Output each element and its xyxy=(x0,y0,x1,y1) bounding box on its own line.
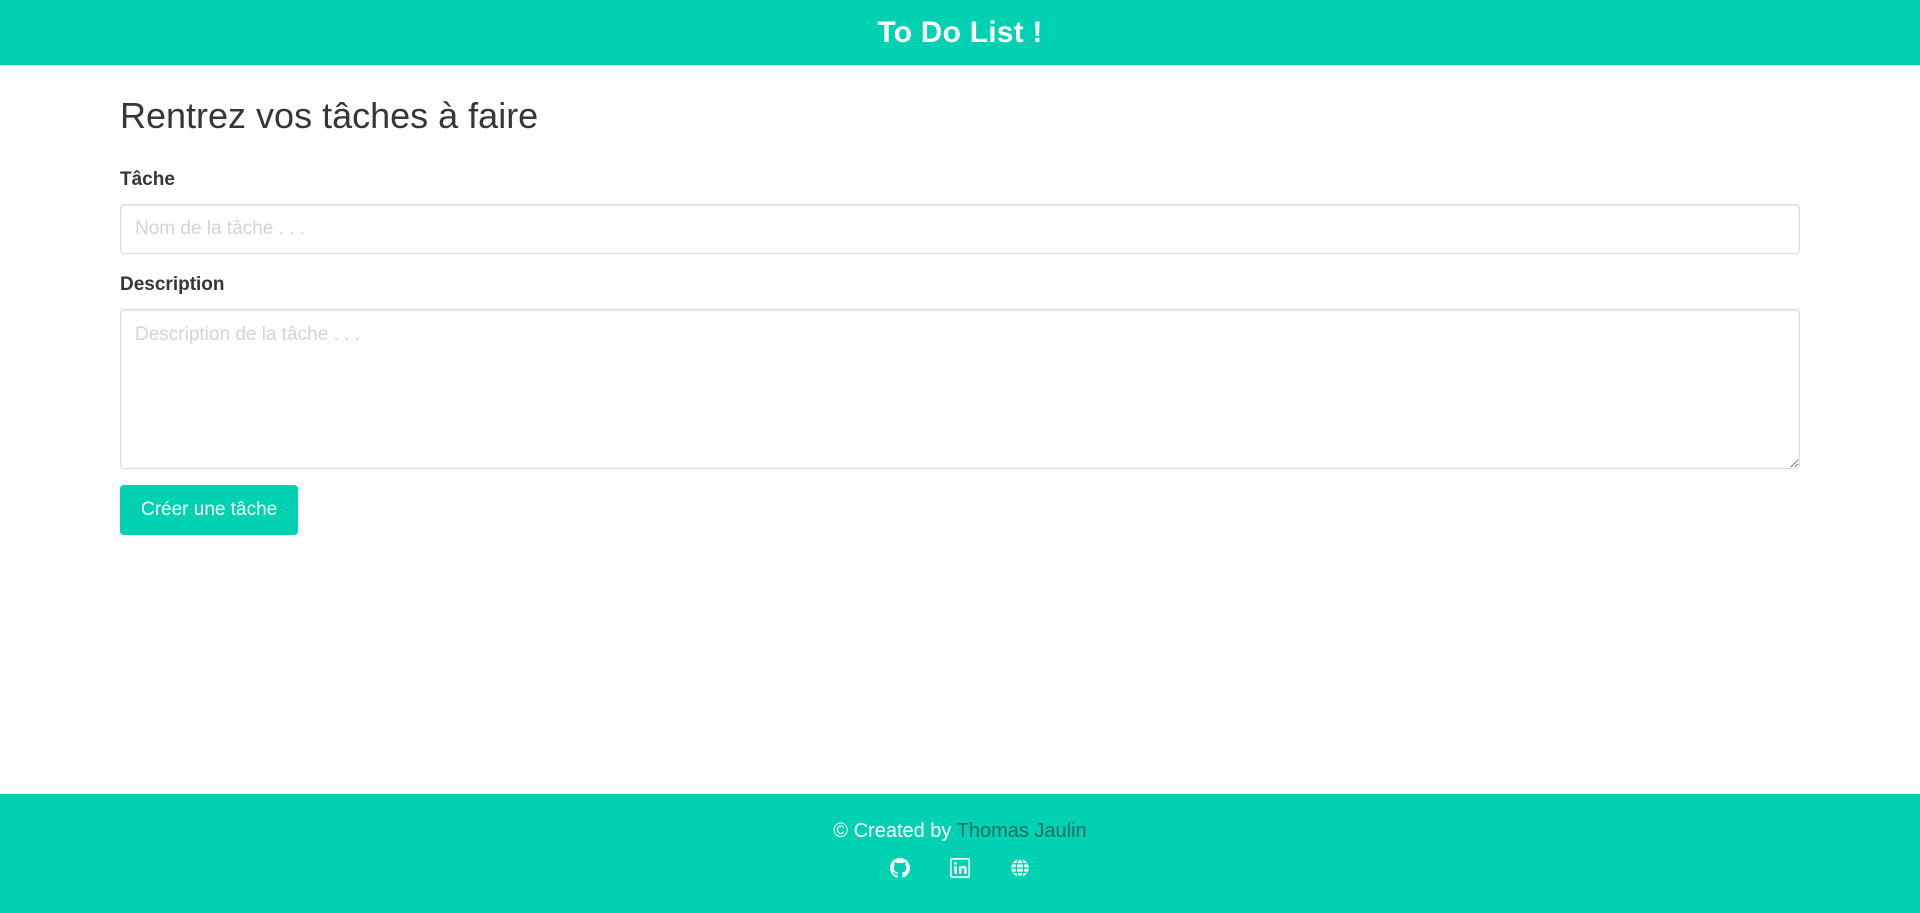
linkedin-icon xyxy=(950,858,970,878)
website-link[interactable] xyxy=(1010,858,1030,878)
app-title: To Do List ! xyxy=(877,15,1043,49)
task-description-textarea[interactable] xyxy=(120,309,1800,469)
task-name-input[interactable] xyxy=(120,204,1800,254)
footer: © Created by Thomas Jaulin xyxy=(0,794,1920,913)
task-label: Tâche xyxy=(120,169,175,190)
footer-credit: © Created by Thomas Jaulin xyxy=(0,818,1920,844)
github-icon xyxy=(890,858,910,878)
task-form-section: Rentrez vos tâches à faire Tâche Descrip… xyxy=(120,65,1800,535)
globe-icon xyxy=(1011,858,1029,878)
create-task-button[interactable]: Créer une tâche xyxy=(120,485,299,535)
description-label: Description xyxy=(120,274,225,295)
page-title: Rentrez vos tâches à faire xyxy=(120,95,539,136)
github-link[interactable] xyxy=(890,858,910,878)
credit-prefix: © Created by xyxy=(833,820,957,842)
top-bar: To Do List ! xyxy=(0,0,1920,65)
social-links xyxy=(0,858,1920,878)
author-link[interactable]: Thomas Jaulin xyxy=(957,820,1087,842)
page: To Do List ! Rentrez vos tâches à faire … xyxy=(0,0,1920,913)
linkedin-link[interactable] xyxy=(950,858,970,878)
